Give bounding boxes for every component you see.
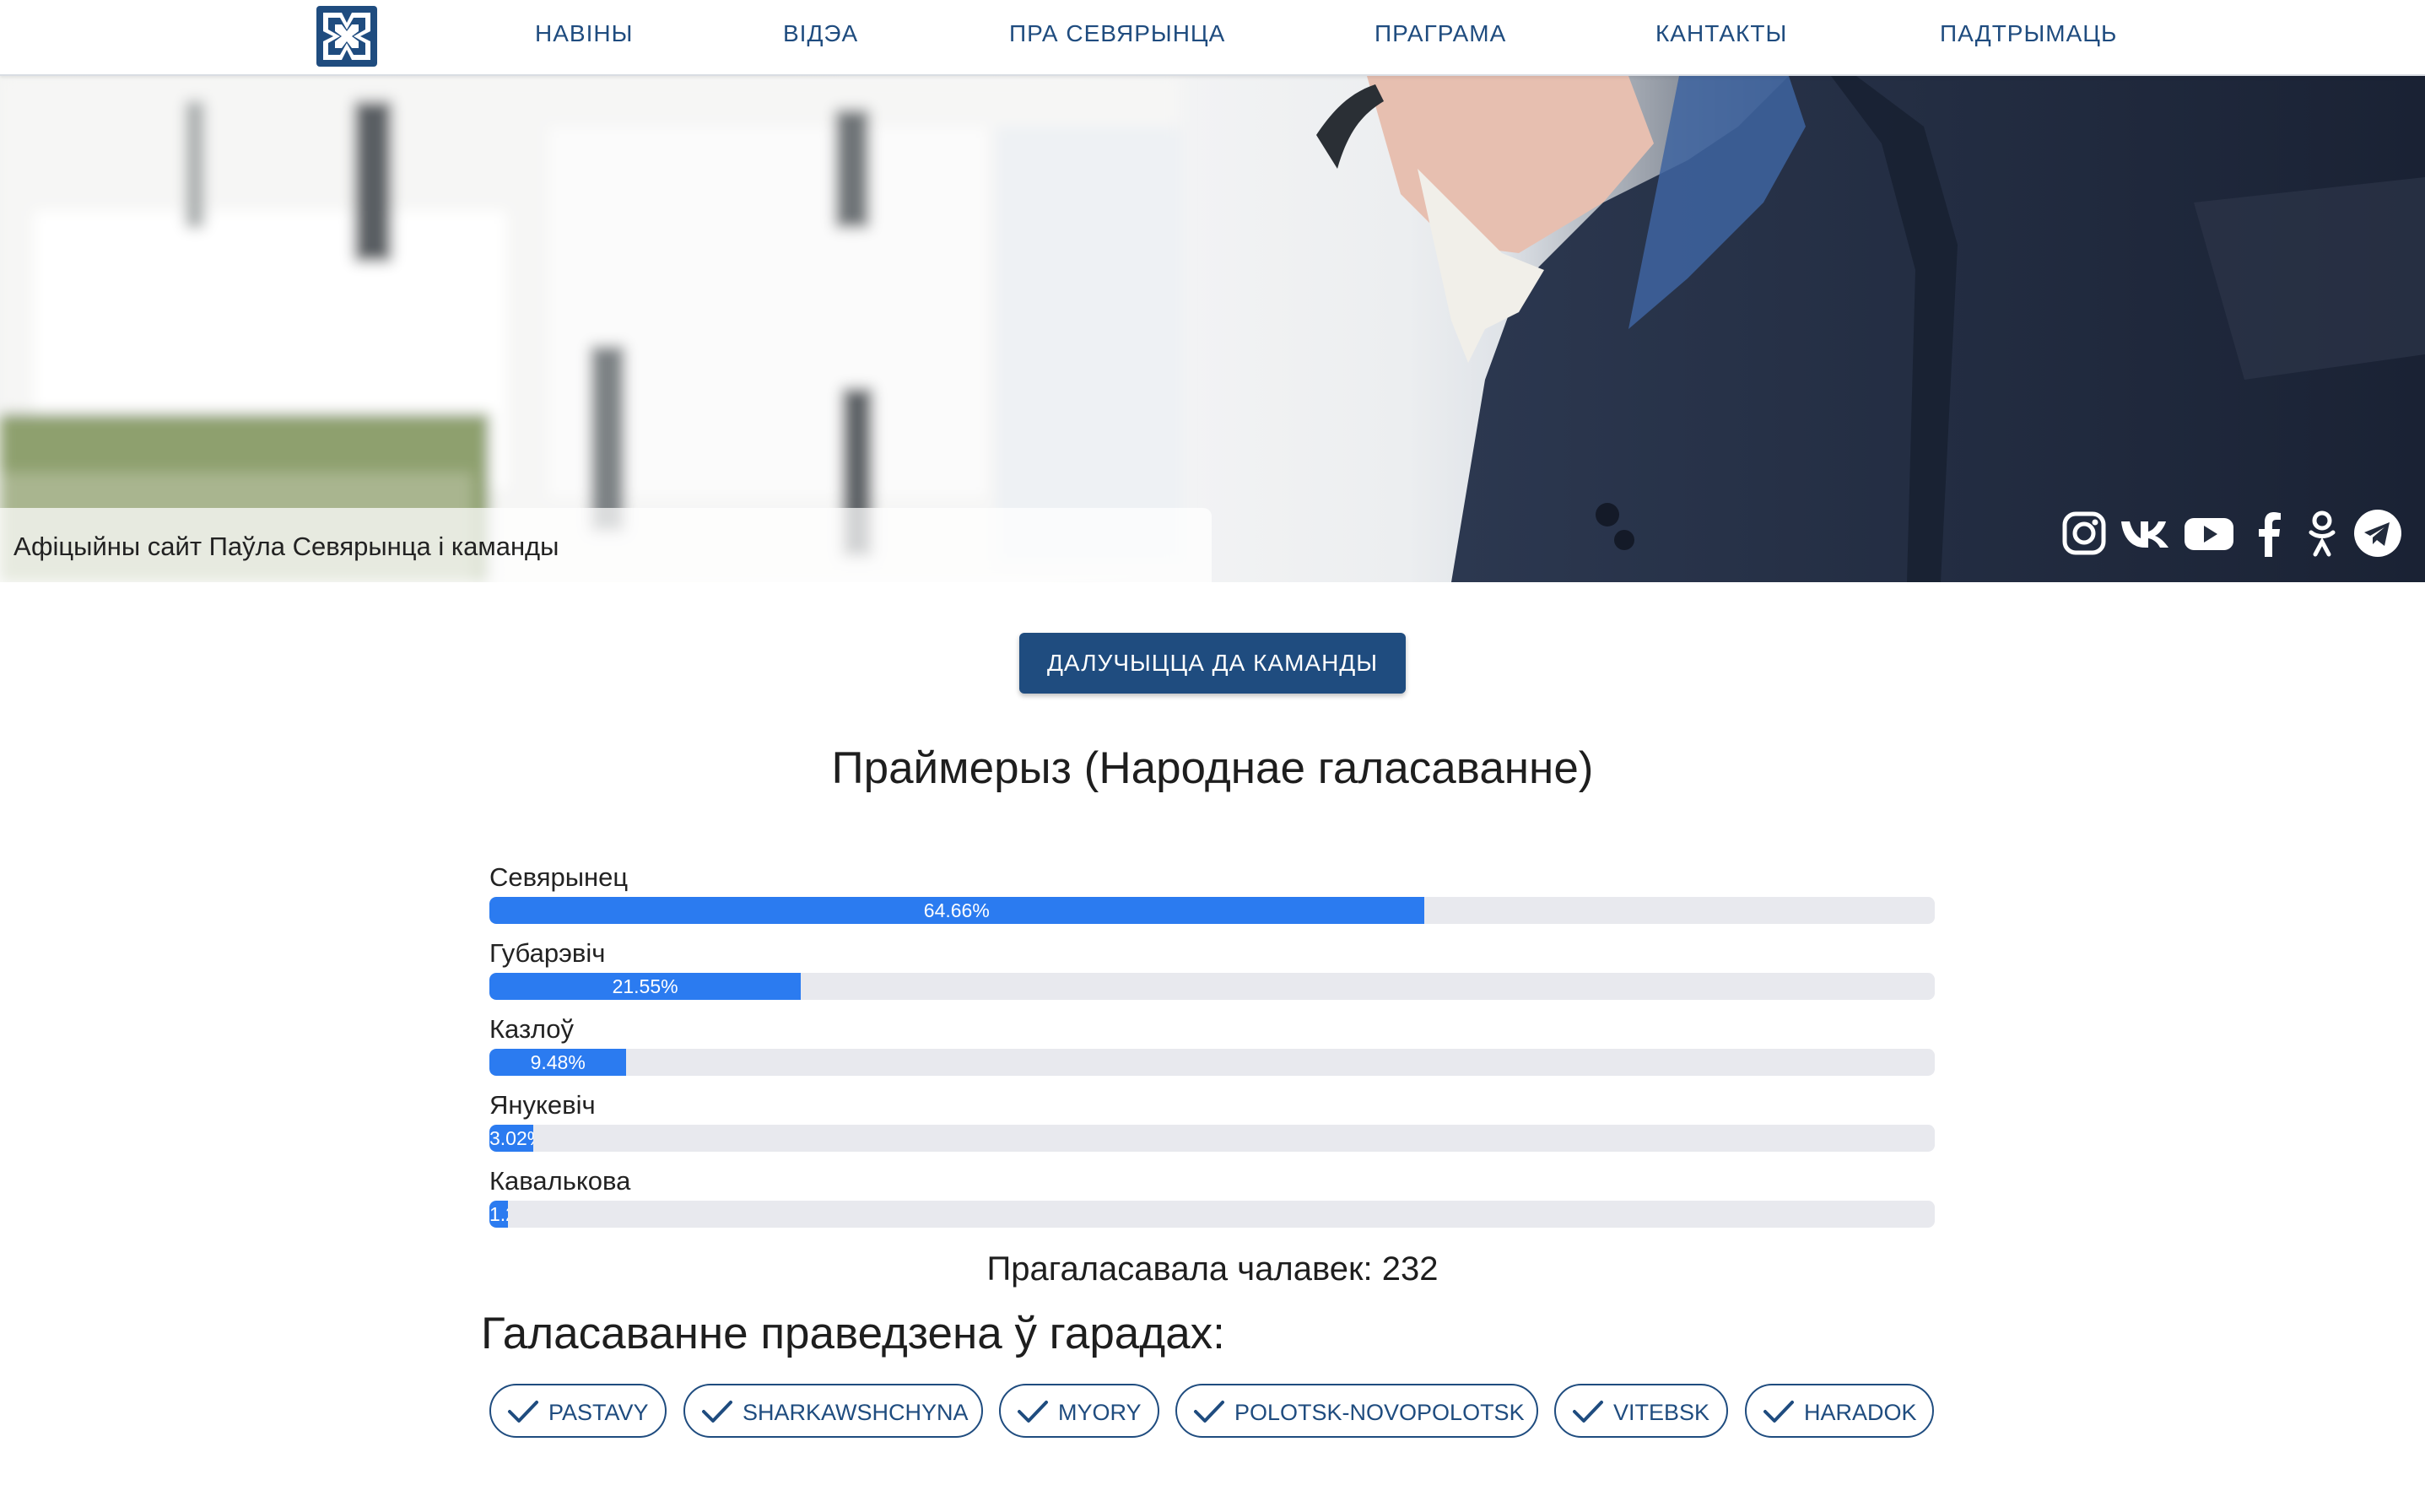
- hero-banner: Афіцыйны сайт Паўла Севярынца і каманды: [0, 76, 2425, 582]
- progress-track: 3.02%: [489, 1125, 1935, 1152]
- check-icon: [1194, 1401, 1224, 1423]
- city-label: MYORY: [1058, 1400, 1142, 1425]
- progress-bar: 9.48%: [489, 1049, 627, 1076]
- candidate-row: Губарэвіч 21.55%: [489, 935, 1935, 1011]
- progress-bar: 1.29%: [489, 1201, 509, 1228]
- candidate-name: Губарэвіч: [489, 938, 606, 968]
- check-icon: [1573, 1401, 1603, 1423]
- city-label: PASTAVY: [548, 1400, 649, 1425]
- progress-bar: 3.02%: [489, 1125, 533, 1152]
- social-links: [2059, 508, 2413, 562]
- facebook-icon[interactable]: [2244, 508, 2295, 559]
- instagram-icon[interactable]: [2059, 508, 2109, 559]
- nav-item-program[interactable]: ПРАГРАМА: [1375, 20, 1506, 47]
- candidate-row: Кавалькова 1.29%: [489, 1163, 1935, 1239]
- check-icon: [508, 1401, 538, 1423]
- city-chip-haradok[interactable]: HARADOK: [1745, 1384, 1934, 1438]
- city-label: VITEBSK: [1613, 1400, 1710, 1425]
- city-list: PASTAVY SHARKAWSHCHYNA MYORY POLOTSK-NOV…: [489, 1384, 1941, 1439]
- progress-label: 64.66%: [923, 899, 990, 921]
- candidate-name: Кавалькова: [489, 1166, 631, 1196]
- check-icon: [1018, 1401, 1048, 1423]
- candidate-row: Казлоў 9.48%: [489, 1011, 1935, 1087]
- city-label: HARADOK: [1804, 1400, 1917, 1425]
- nav-item-support[interactable]: ПАДТРЫМАЦЬ: [1940, 20, 2117, 47]
- progress-bar: 21.55%: [489, 973, 802, 1000]
- progress-label: 9.48%: [530, 1051, 586, 1073]
- nav-item-contacts[interactable]: КАНТАКТЫ: [1655, 20, 1787, 47]
- check-icon: [1763, 1401, 1794, 1423]
- city-chip-pastavy[interactable]: PASTAVY: [489, 1384, 667, 1438]
- city-chip-sharkawshchyna[interactable]: SHARKAWSHCHYNA: [683, 1384, 983, 1438]
- odnoklassniki-icon[interactable]: [2297, 508, 2347, 559]
- city-label: SHARKAWSHCHYNA: [743, 1400, 969, 1425]
- progress-label: 1.29%: [489, 1203, 508, 1225]
- progress-track: 1.29%: [489, 1201, 1935, 1228]
- vk-icon[interactable]: [2120, 508, 2170, 559]
- main-nav: НАВІНЫ ВІДЭА ПРА СЕВЯРЫНЦА ПРАГРАМА КАНТ…: [0, 0, 2425, 73]
- poll-title: Праймерыз (Народнае галасаванне): [831, 743, 1594, 793]
- nav-item-news[interactable]: НАВІНЫ: [535, 20, 633, 47]
- progress-track: 64.66%: [489, 897, 1935, 924]
- site-tagline: Афіцыйны сайт Паўла Севярынца і каманды: [14, 532, 559, 561]
- cities-title: Галасаванне праведзена ў гарадах:: [481, 1309, 1225, 1358]
- nav-item-about[interactable]: ПРА СЕВЯРЫНЦА: [1009, 20, 1225, 47]
- join-team-button[interactable]: ДАЛУЧЫЦЦА ДА КАМАНДЫ: [1019, 633, 1406, 694]
- progress-bar: 64.66%: [489, 897, 1424, 924]
- candidate-row: Янукевіч 3.02%: [489, 1087, 1935, 1163]
- progress-label: 21.55%: [612, 975, 678, 997]
- city-label: POLOTSK-NOVOPOLOTSK: [1234, 1400, 1525, 1425]
- check-icon: [702, 1401, 732, 1423]
- progress-label: 3.02%: [489, 1127, 533, 1149]
- hero-image: [0, 76, 2425, 582]
- city-chip-polotsk-novopolotsk[interactable]: POLOTSK-NOVOPOLOTSK: [1175, 1384, 1538, 1438]
- candidate-row: Севярынец 64.66%: [489, 859, 1935, 935]
- voters-count: Прагаласавала чалавек: 232: [986, 1250, 1439, 1288]
- city-chip-vitebsk[interactable]: VITEBSK: [1554, 1384, 1728, 1438]
- progress-track: 21.55%: [489, 973, 1935, 1000]
- candidate-name: Казлоў: [489, 1014, 574, 1044]
- nav-item-video[interactable]: ВІДЭА: [783, 20, 858, 47]
- candidate-name: Севярынец: [489, 862, 629, 892]
- youtube-icon[interactable]: [2184, 508, 2234, 559]
- candidate-name: Янукевіч: [489, 1090, 596, 1120]
- poll-results: Севярынец 64.66% Губарэвіч 21.55% Казлоў…: [489, 859, 1935, 1239]
- city-chip-myory[interactable]: MYORY: [999, 1384, 1159, 1438]
- tagline-panel: Афіцыйны сайт Паўла Севярынца і каманды: [0, 508, 1212, 582]
- top-navbar: НАВІНЫ ВІДЭА ПРА СЕВЯРЫНЦА ПРАГРАМА КАНТ…: [0, 0, 2425, 76]
- telegram-icon[interactable]: [2352, 508, 2403, 559]
- progress-track: 9.48%: [489, 1049, 1935, 1076]
